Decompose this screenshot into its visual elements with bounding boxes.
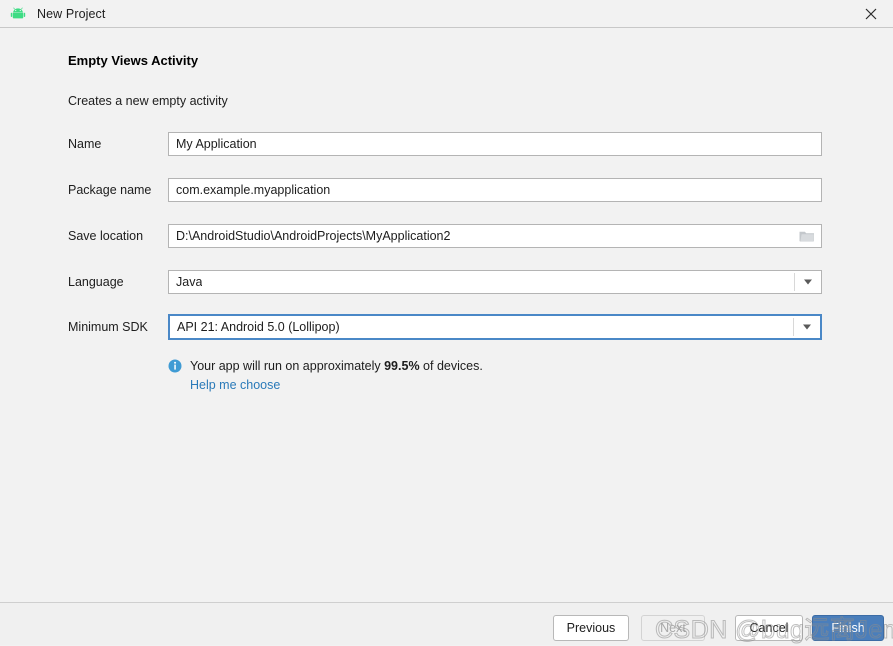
sdk-coverage-info: Your app will run on approximately 99.5%… [168,357,768,392]
close-button[interactable] [848,0,893,28]
chevron-down-icon[interactable] [804,279,812,285]
label-language: Language [68,275,124,289]
chevron-down-icon[interactable] [803,324,811,330]
next-button: Next [641,615,705,641]
android-robot-icon [10,7,26,18]
dialog-body: Empty Views Activity Creates a new empty… [0,29,893,602]
page-title: Empty Views Activity [68,53,199,68]
package-name-input[interactable]: com.example.myapplication [168,178,822,202]
previous-button[interactable]: Previous [553,615,629,641]
label-package-name: Package name [68,183,152,197]
language-dropdown-separator [794,273,795,291]
label-minimum-sdk: Minimum SDK [68,320,148,334]
name-input-value: My Application [176,137,257,151]
window-title: New Project [37,6,106,21]
language-dropdown[interactable]: Java [168,270,822,294]
title-bar: New Project [0,0,893,28]
help-me-choose-link[interactable]: Help me choose [190,378,768,392]
folder-icon[interactable] [799,230,815,243]
minimum-sdk-dropdown-value: API 21: Android 5.0 (Lollipop) [177,320,340,334]
sdk-coverage-percent: 99.5% [384,359,420,373]
package-name-input-value: com.example.myapplication [176,183,331,197]
page-description: Creates a new empty activity [68,94,228,108]
form-row-name: Name My Application [68,132,822,156]
save-location-input[interactable]: D:\AndroidStudio\AndroidProjects\MyAppli… [168,224,822,248]
save-location-input-value: D:\AndroidStudio\AndroidProjects\MyAppli… [176,229,451,243]
label-save-location: Save location [68,229,144,243]
info-icon [168,359,182,373]
cancel-button[interactable]: Cancel [735,615,803,641]
close-icon [865,8,876,20]
minimum-sdk-dropdown[interactable]: API 21: Android 5.0 (Lollipop) [168,314,822,340]
sdk-coverage-text-before: Your app will run on approximately [190,359,381,373]
form-row-language: Language Java [68,270,822,294]
finish-button[interactable]: Finish [812,615,884,641]
form-row-package-name: Package name com.example.myapplication [68,178,822,202]
form-row-save-location: Save location D:\AndroidStudio\AndroidPr… [68,224,822,248]
label-name: Name [68,137,102,151]
name-input[interactable]: My Application [168,132,822,156]
language-dropdown-value: Java [176,275,203,289]
form-row-minimum-sdk: Minimum SDK API 21: Android 5.0 (Lollipo… [68,314,822,340]
dialog-footer: Previous Next Cancel Finish [0,602,893,645]
sdk-coverage-line: Your app will run on approximately 99.5%… [168,357,768,375]
minimum-sdk-dropdown-separator [793,318,794,336]
sdk-coverage-text: Your app will run on approximately 99.5%… [190,359,483,373]
sdk-coverage-text-after: of devices. [423,359,483,373]
